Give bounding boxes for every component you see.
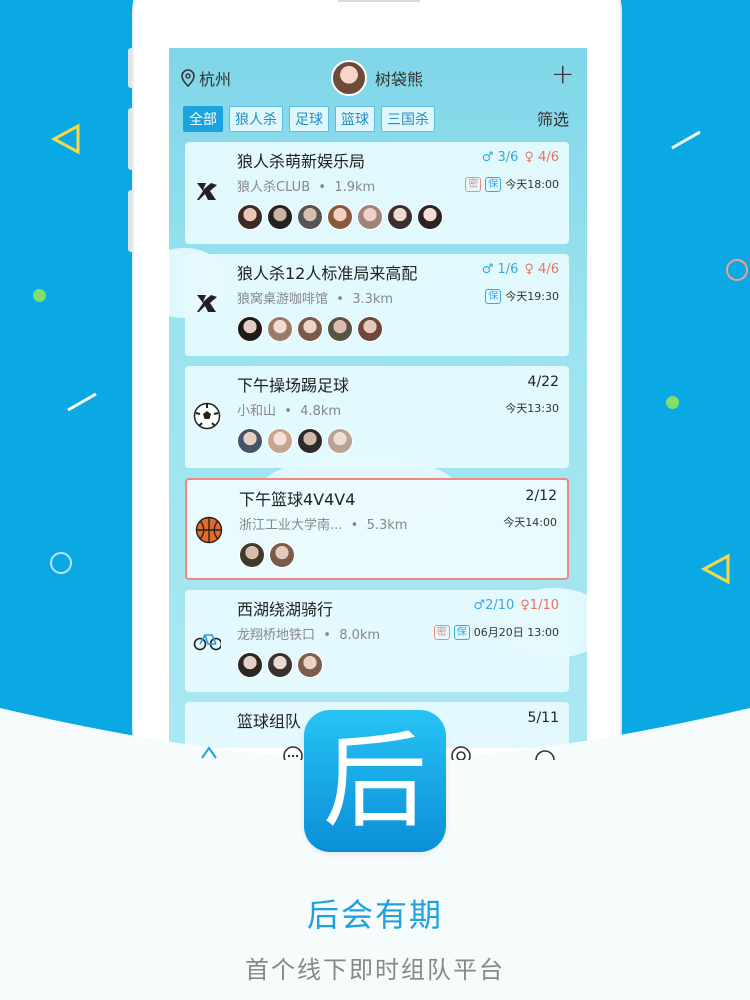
private-badge: 密 (433, 624, 450, 640)
ring-deco (50, 552, 72, 574)
event-card[interactable]: 狼人杀萌新娱乐局 狼人杀CLUB • 1.9km ♂ 3/6 ♀ 4/6 密保今天… (185, 142, 569, 244)
event-time: 今天14:00 (503, 516, 557, 529)
avatar (267, 652, 293, 678)
avatar (387, 204, 413, 230)
chip-basketball[interactable]: 篮球 (335, 106, 375, 132)
nav-discover-icon[interactable] (450, 744, 472, 760)
avatar (239, 542, 265, 568)
participant-avatars (237, 428, 353, 454)
dot-deco (33, 289, 46, 302)
event-time: 今天13:30 (505, 402, 559, 415)
event-card-selected[interactable]: 下午篮球4V4V4 浙江工业大学南... • 5.3km 2/12 今天14:0… (185, 478, 569, 580)
event-count: ♂ 3/6 ♀ 4/6 (481, 150, 559, 165)
event-title: 下午篮球4V4V4 (239, 490, 356, 509)
soccer-ball-icon (193, 402, 221, 430)
event-title: 下午操场踢足球 (237, 376, 350, 395)
avatar (327, 204, 353, 230)
category-chips: 全部 狼人杀 足球 篮球 三国杀 (183, 106, 435, 132)
city-label: 杭州 (199, 70, 232, 89)
participant-avatars (239, 542, 295, 568)
dot-deco (666, 396, 679, 409)
event-place: 狼人杀CLUB • 1.9km (237, 180, 376, 195)
private-badge: 密 (465, 176, 482, 192)
user-avatar[interactable] (331, 60, 367, 96)
avatar (417, 204, 443, 230)
event-card[interactable]: 狼人杀12人标准局来高配 狼窝桌游咖啡馆 • 3.3km ♂ 1/6 ♀ 4/6 … (185, 254, 569, 356)
avatar (237, 316, 263, 342)
event-card[interactable]: 西湖绕湖骑行 龙翔桥地铁口 • 8.0km ♂2/10 ♀1/10 密保 06月20… (185, 590, 569, 692)
avatar (237, 428, 263, 454)
event-count: 2/12 (525, 488, 557, 504)
avatar (267, 428, 293, 454)
event-place: 龙翔桥地铁口 • 8.0km (237, 628, 381, 643)
avatar (357, 316, 383, 342)
event-title: 西湖绕湖骑行 (237, 600, 334, 619)
participant-avatars (237, 316, 383, 342)
add-button[interactable]: + (551, 60, 574, 88)
avatar (237, 204, 263, 230)
event-place: 狼窝桌游咖啡馆 • 3.3km (237, 292, 394, 307)
guarantee-badge: 保 (485, 288, 502, 304)
bicycle-icon (193, 626, 221, 654)
avatar (297, 316, 323, 342)
line-deco-icon (671, 130, 701, 150)
avatar (327, 316, 353, 342)
username[interactable]: 树袋熊 (375, 66, 423, 90)
event-time: 保今天19:30 (485, 288, 559, 304)
event-count: ♂ 1/6 ♀ 4/6 (481, 262, 559, 277)
werewolf-icon (193, 290, 221, 318)
werewolf-icon (193, 178, 221, 206)
filter-button[interactable]: 筛选 (537, 106, 569, 130)
event-place: 小和山 • 4.8km (237, 404, 342, 419)
event-title: 狼人杀12人标准局来高配 (237, 264, 418, 283)
guarantee-badge: 保 (485, 176, 502, 192)
avatar (357, 204, 383, 230)
event-place: 浙江工业大学南... • 5.3km (239, 518, 408, 533)
chip-three-kingdoms[interactable]: 三国杀 (381, 106, 435, 132)
avatar (269, 542, 295, 568)
guarantee-badge: 保 (453, 624, 470, 640)
avatar (267, 316, 293, 342)
location-pin-icon (181, 69, 195, 87)
chip-soccer[interactable]: 足球 (289, 106, 329, 132)
chip-werewolf[interactable]: 狼人杀 (229, 106, 283, 132)
top-bar: 杭州 树袋熊 + (169, 48, 587, 104)
brand-slogan: 首个线下即时组队平台 (245, 956, 505, 984)
nav-chat-icon[interactable] (282, 744, 304, 760)
avatar (267, 204, 293, 230)
chip-all[interactable]: 全部 (183, 106, 223, 132)
line-deco-icon (67, 392, 97, 412)
nav-home-icon[interactable] (198, 744, 220, 760)
participant-avatars (237, 652, 323, 678)
event-time: 密保 06月20日 13:00 (433, 624, 559, 640)
app-logo-icon: 后 (304, 710, 446, 852)
event-time: 密保今天18:00 (465, 176, 559, 192)
avatar (297, 428, 323, 454)
event-count: ♂2/10 ♀1/10 (473, 598, 559, 613)
avatar (237, 652, 263, 678)
phone-speaker (338, 0, 420, 2)
avatar (297, 652, 323, 678)
participant-avatars (237, 204, 443, 230)
avatar (297, 204, 323, 230)
triangle-deco-icon (700, 553, 730, 585)
location-selector[interactable]: 杭州 (181, 66, 231, 90)
app-screen: 杭州 树袋熊 + 全部 狼人杀 足球 篮球 三国杀 筛选 狼人杀萌新娱乐局 狼人… (169, 48, 587, 748)
event-title: 狼人杀萌新娱乐局 (237, 152, 366, 171)
event-card[interactable]: 下午操场踢足球 小和山 • 4.8km 4/22 今天13:30 (185, 366, 569, 468)
ring-deco (726, 259, 748, 281)
avatar (327, 428, 353, 454)
nav-profile-icon[interactable] (534, 744, 556, 760)
triangle-deco-icon (50, 123, 80, 155)
brand-name: 后会有期 (306, 896, 443, 934)
basketball-icon (195, 516, 223, 544)
event-count: 4/22 (527, 374, 559, 390)
